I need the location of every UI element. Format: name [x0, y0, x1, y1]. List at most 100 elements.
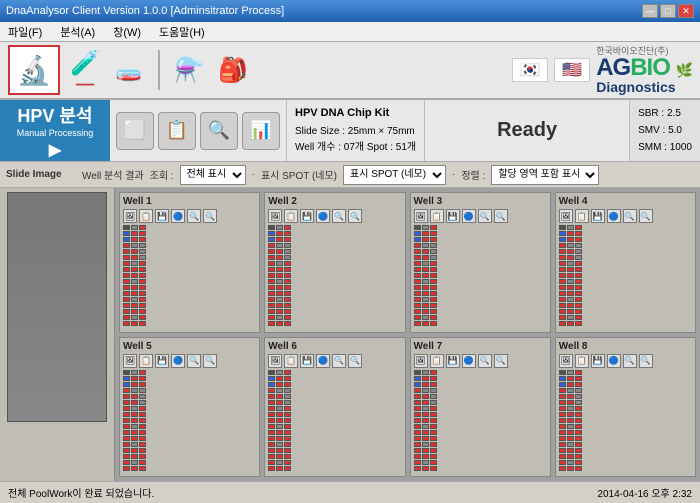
minimize-button[interactable]: —: [642, 4, 658, 18]
well-col-5-0: [123, 370, 130, 474]
sort-select[interactable]: 할당 영역 포함 표시: [491, 165, 599, 185]
well-tool-8-4[interactable]: 🔍: [623, 354, 637, 368]
well-spot: [567, 454, 574, 459]
well-tool-6-1[interactable]: 📋: [284, 354, 298, 368]
display-label-2: 표시 SPOT (네모): [261, 167, 337, 182]
menu-analysis[interactable]: 분석(A): [56, 22, 99, 42]
well-tool-8-1[interactable]: 📋: [575, 354, 589, 368]
well-tool-1-0[interactable]: 🖼: [123, 209, 137, 223]
menu-help[interactable]: 도움말(H): [155, 22, 209, 42]
well-tool-5-0[interactable]: 🖼: [123, 354, 137, 368]
well-tool-2-5[interactable]: 🔍: [348, 209, 362, 223]
well-tool-6-0[interactable]: 🖼: [268, 354, 282, 368]
well-spot: [567, 388, 574, 393]
well-tool-5-1[interactable]: 📋: [139, 354, 153, 368]
well-tool-5-5[interactable]: 🔍: [203, 354, 217, 368]
datetime-display: 2014-04-16 오후 2:32: [597, 485, 692, 500]
hpv-btn-1[interactable]: ⬜: [116, 112, 154, 150]
well-spot: [430, 412, 437, 417]
smm-value: SMM : 1000: [638, 139, 692, 156]
bag-button[interactable]: 🎒: [214, 48, 252, 92]
menu-file[interactable]: 파일(F): [4, 22, 46, 42]
well-tool-2-2[interactable]: 💾: [300, 209, 314, 223]
well-spot: [131, 279, 138, 284]
well-tool-7-2[interactable]: 💾: [446, 354, 460, 368]
well-tool-7-3[interactable]: 🔵: [462, 354, 476, 368]
well-tool-2-4[interactable]: 🔍: [332, 209, 346, 223]
status-bar: 전체 PoolWork이 완료 되었습니다. 2014-04-16 오후 2:3…: [0, 481, 700, 503]
well-tool-5-2[interactable]: 💾: [155, 354, 169, 368]
well-spot: [284, 454, 291, 459]
well-card-3: Well 3🖼📋💾🔵🔍🔍: [410, 192, 551, 333]
well-tool-5-4[interactable]: 🔍: [187, 354, 201, 368]
blood-tubes-button[interactable]: 🧫: [110, 48, 148, 92]
well-tool-6-2[interactable]: 💾: [300, 354, 314, 368]
well-spot: [559, 448, 566, 453]
menu-bar: 파일(F) 분석(A) 창(W) 도움말(H): [0, 22, 700, 42]
well-tool-3-1[interactable]: 📋: [430, 209, 444, 223]
well-spot: [123, 231, 130, 236]
well-tool-4-3[interactable]: 🔵: [607, 209, 621, 223]
hpv-btn-3[interactable]: 🔍: [200, 112, 238, 150]
well-tool-4-0[interactable]: 🖼: [559, 209, 573, 223]
well-tool-3-4[interactable]: 🔍: [478, 209, 492, 223]
menu-window[interactable]: 창(W): [109, 22, 145, 42]
well-spot: [268, 321, 275, 326]
close-button[interactable]: ✕: [678, 4, 694, 18]
well-tool-3-5[interactable]: 🔍: [494, 209, 508, 223]
well-tool-8-5[interactable]: 🔍: [639, 354, 653, 368]
well-tool-2-1[interactable]: 📋: [284, 209, 298, 223]
well-spot: [284, 273, 291, 278]
well-tool-8-0[interactable]: 🖼: [559, 354, 573, 368]
tubes-tool-button[interactable]: 🧪 ━━━: [66, 48, 104, 92]
condition-select[interactable]: 전체 표시: [180, 165, 246, 185]
well-tool-3-2[interactable]: 💾: [446, 209, 460, 223]
display-select[interactable]: 표시 SPOT (네모): [343, 165, 446, 185]
well-tool-2-3[interactable]: 🔵: [316, 209, 330, 223]
well-tool-4-5[interactable]: 🔍: [639, 209, 653, 223]
well-tool-4-2[interactable]: 💾: [591, 209, 605, 223]
well-tool-3-3[interactable]: 🔵: [462, 209, 476, 223]
well-spot: [284, 231, 291, 236]
well-tool-4-4[interactable]: 🔍: [623, 209, 637, 223]
well-spot: [284, 400, 291, 405]
well-spot: [422, 225, 429, 230]
well-tool-2-0[interactable]: 🖼: [268, 209, 282, 223]
well-spot: [276, 273, 283, 278]
microscope-tool-button[interactable]: 🔬: [8, 45, 60, 95]
well-spot: [414, 255, 421, 260]
maximize-button[interactable]: □: [660, 4, 676, 18]
well-spot: [422, 442, 429, 447]
well-spot: [284, 394, 291, 399]
well-tool-1-2[interactable]: 💾: [155, 209, 169, 223]
well-tool-7-4[interactable]: 🔍: [478, 354, 492, 368]
well-tool-6-3[interactable]: 🔵: [316, 354, 330, 368]
flask-button[interactable]: ⚗️: [170, 48, 208, 92]
well-tool-7-5[interactable]: 🔍: [494, 354, 508, 368]
flask-icon: ⚗️: [174, 56, 204, 85]
well-tool-1-4[interactable]: 🔍: [187, 209, 201, 223]
well-tool-6-5[interactable]: 🔍: [348, 354, 362, 368]
well-tool-1-3[interactable]: 🔵: [171, 209, 185, 223]
well-tool-3-0[interactable]: 🖼: [414, 209, 428, 223]
well-col-2-1: [276, 225, 283, 329]
well-spot: [284, 255, 291, 260]
well-spot: [276, 382, 283, 387]
well-spot: [276, 388, 283, 393]
well-spot: [422, 309, 429, 314]
well-tool-4-1[interactable]: 📋: [575, 209, 589, 223]
well-spot: [139, 249, 146, 254]
hpv-btn-2[interactable]: 📋: [158, 112, 196, 150]
well-tool-8-3[interactable]: 🔵: [607, 354, 621, 368]
well-tool-1-1[interactable]: 📋: [139, 209, 153, 223]
well-tool-5-3[interactable]: 🔵: [171, 354, 185, 368]
well-tool-8-2[interactable]: 💾: [591, 354, 605, 368]
well-tool-7-1[interactable]: 📋: [430, 354, 444, 368]
well-tool-6-4[interactable]: 🔍: [332, 354, 346, 368]
hpv-btn-4[interactable]: 📊: [242, 112, 280, 150]
well-tool-1-5[interactable]: 🔍: [203, 209, 217, 223]
well-spot: [123, 225, 130, 230]
well-spot: [139, 297, 146, 302]
well-tool-7-0[interactable]: 🖼: [414, 354, 428, 368]
well-spot: [559, 412, 566, 417]
